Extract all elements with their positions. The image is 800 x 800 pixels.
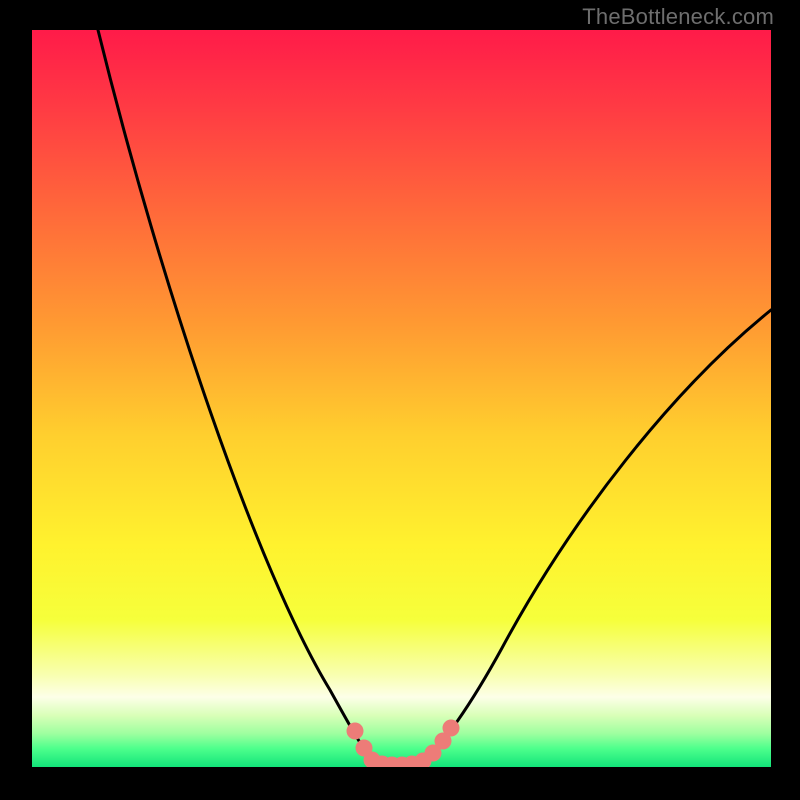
optimal-dot xyxy=(443,720,460,737)
plot-area xyxy=(32,30,771,767)
optimal-dot xyxy=(347,723,364,740)
bottleneck-chart-svg xyxy=(32,30,771,767)
gradient-background xyxy=(32,30,771,767)
chart-frame xyxy=(32,30,771,767)
watermark-text: TheBottleneck.com xyxy=(582,4,774,30)
